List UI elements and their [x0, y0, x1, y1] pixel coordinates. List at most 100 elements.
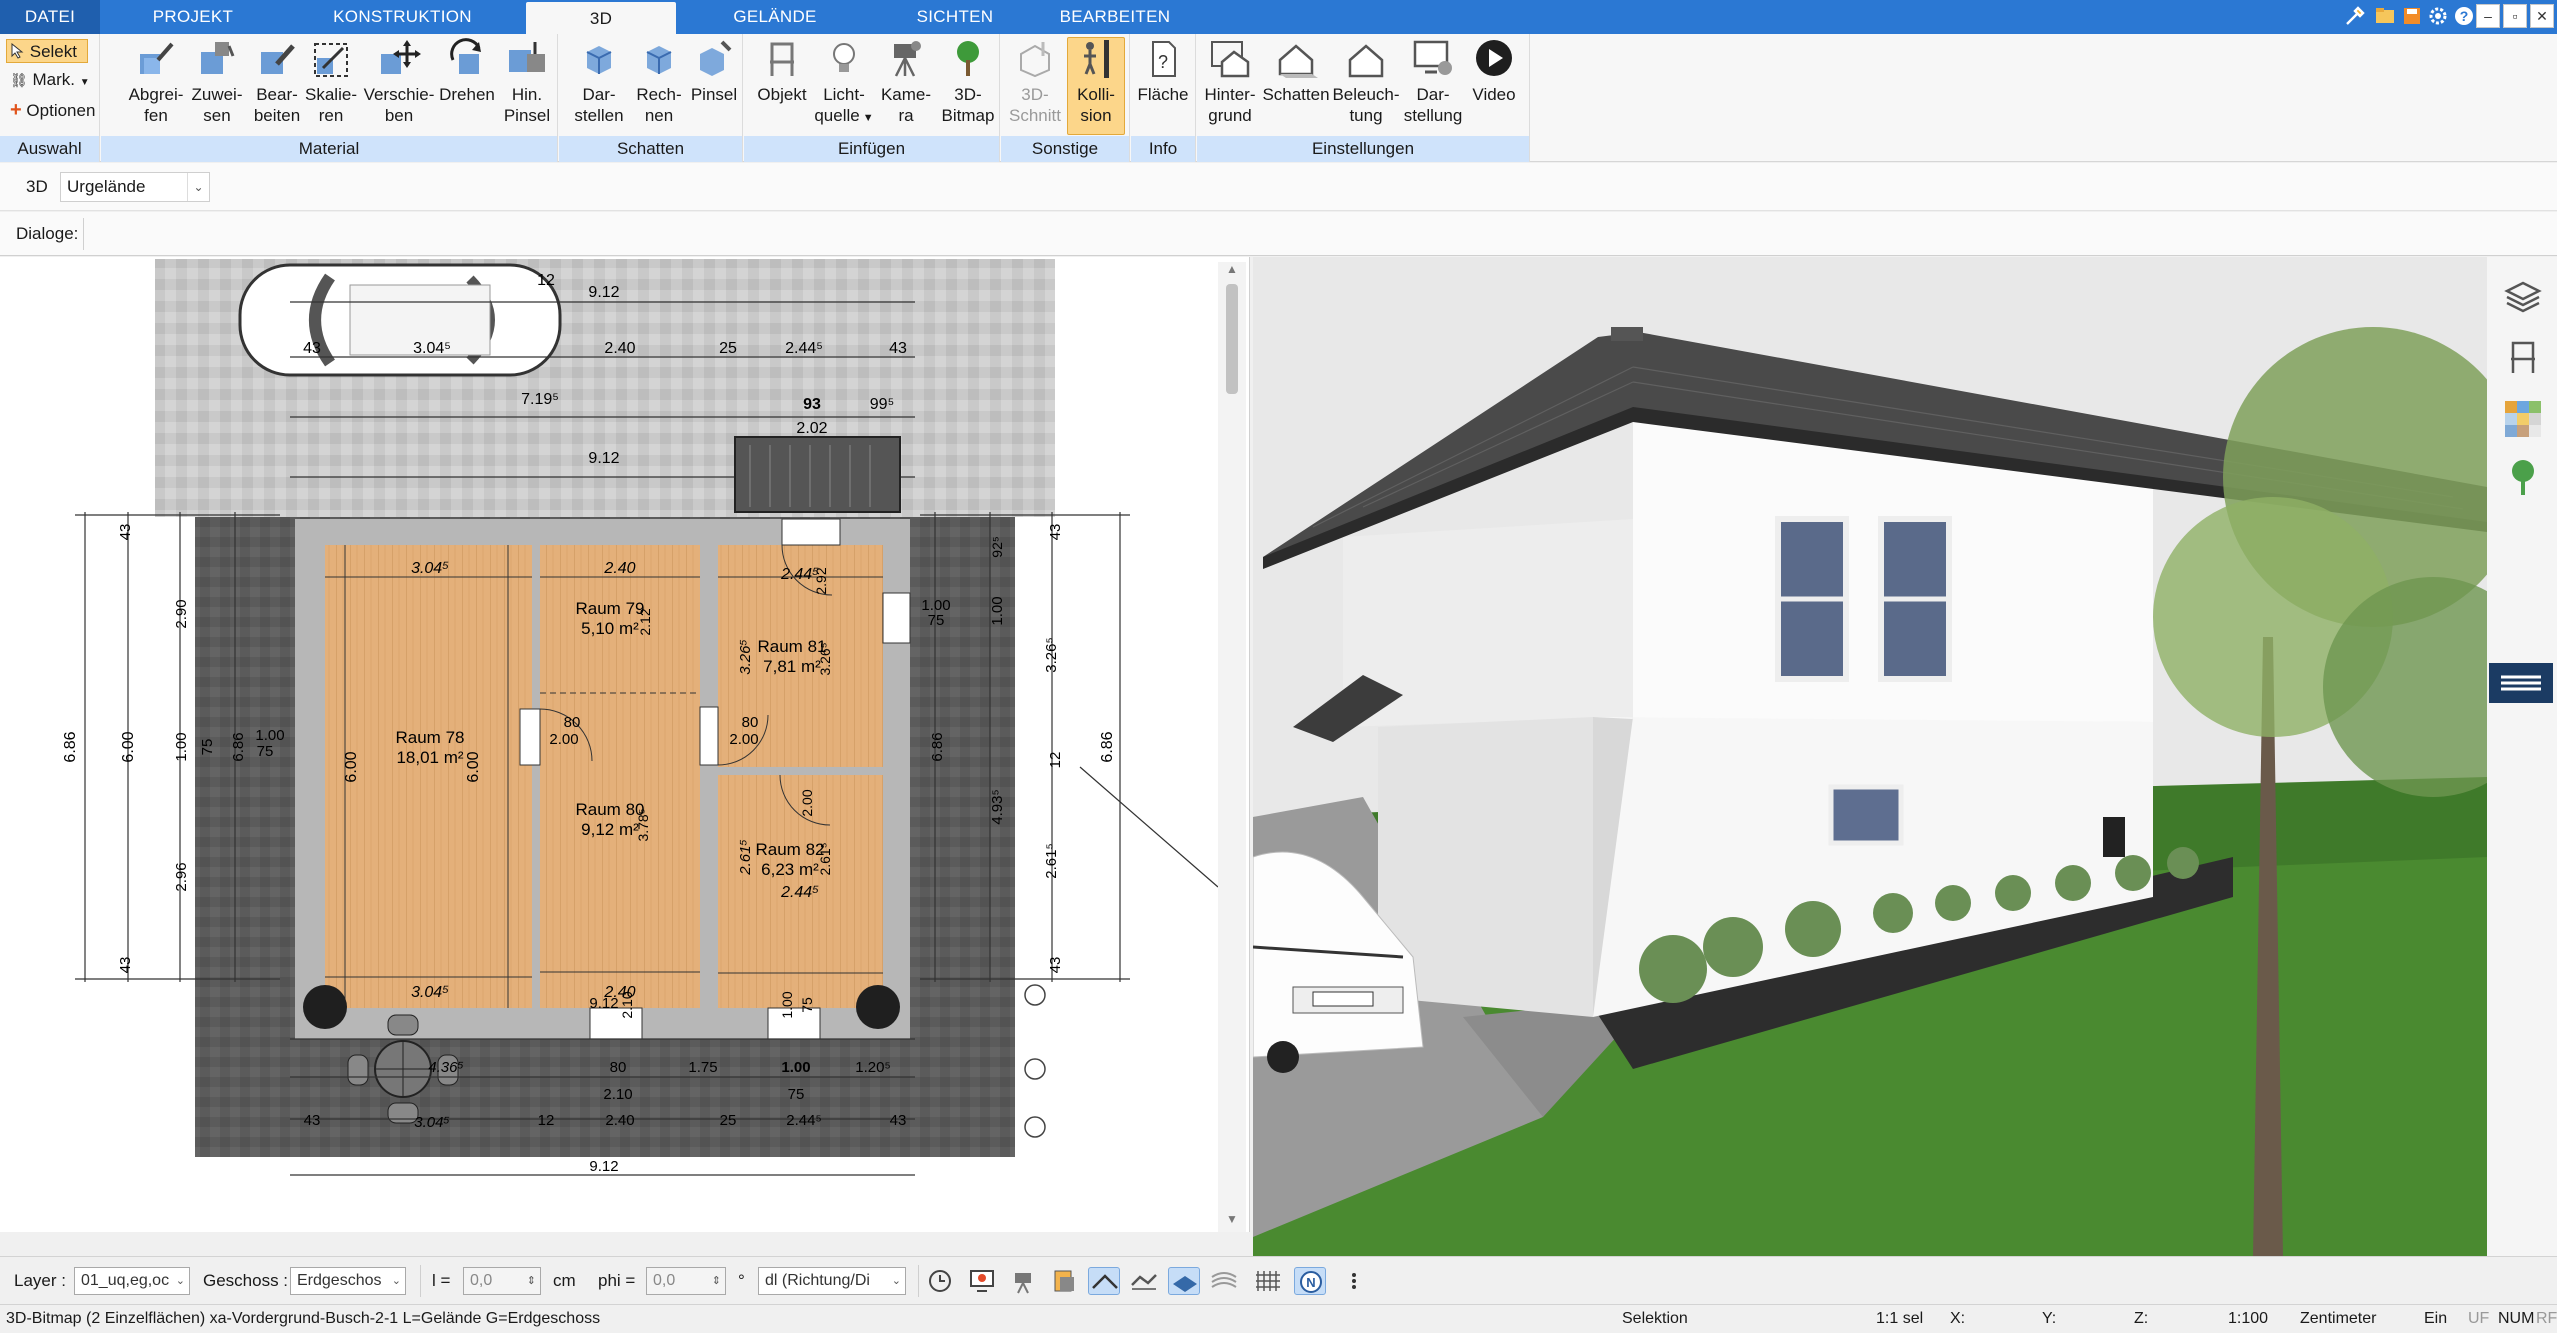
mark-button[interactable]: ⛓ Mark. ▼ — [6, 68, 94, 92]
verschieben-button[interactable]: Verschie-ben — [359, 38, 439, 126]
save-icon[interactable] — [2400, 5, 2424, 29]
monitor-icon[interactable] — [966, 1267, 998, 1295]
dim-text: 2.40 — [603, 560, 635, 577]
einst-schatten-button[interactable]: Schatten — [1259, 38, 1333, 105]
clock-icon[interactable] — [924, 1267, 956, 1295]
3d-bitmap-button[interactable]: 3D- Bitmap — [936, 38, 1000, 126]
floor-plan-view[interactable]: 9.12 3.04⁵ 43 12 2.40 25 2.44⁵ 43 7.19⁵ … — [0, 257, 1250, 1232]
selekt-button[interactable]: Selekt — [6, 39, 88, 63]
minimize-button[interactable]: – — [2476, 4, 2500, 28]
tab-gelaende[interactable]: GELÄNDE — [700, 0, 850, 34]
dim-text: 2.44⁵ — [786, 1112, 821, 1129]
close-button[interactable]: ✕ — [2530, 4, 2554, 28]
terrain-select[interactable]: Urgelände ⌄ — [60, 172, 210, 202]
terrain-icon[interactable] — [1128, 1267, 1160, 1295]
materials-palette-icon[interactable] — [2503, 399, 2543, 439]
tools-icon[interactable] — [2343, 5, 2367, 29]
dim-text: 43 — [117, 957, 134, 974]
abgreifen-button[interactable]: Abgrei-fen — [121, 38, 191, 126]
terrain-select-value: Urgelände — [67, 177, 146, 196]
brush-icon — [509, 42, 545, 72]
bearbeiten-button[interactable]: Bear-beiten — [247, 38, 307, 126]
restore-button[interactable]: ▫ — [2503, 4, 2527, 28]
tab-sichten[interactable]: SICHTEN — [880, 0, 1030, 34]
grid-icon[interactable] — [1252, 1267, 1284, 1295]
dim-text: 4.93⁵ — [989, 789, 1006, 824]
bearbeiten-label-1: Bear- — [256, 85, 298, 104]
flaeche-button[interactable]: ? Fläche — [1133, 38, 1193, 105]
camera-icon — [894, 41, 921, 77]
tab-projekt[interactable]: PROJEKT — [118, 0, 268, 34]
darstellung-button[interactable]: Dar-stellung — [1401, 38, 1465, 126]
lichtquelle-button[interactable]: Licht-quelle ▼ — [812, 38, 876, 129]
vertical-scroll-thumb[interactable] — [1226, 284, 1238, 394]
tab-konstruktion[interactable]: KONSTRUKTION — [320, 0, 485, 34]
beleuchtung-button[interactable]: Beleuch-tung — [1331, 38, 1401, 126]
3d-schnitt-button[interactable]: 3D- Schnitt — [1005, 38, 1065, 126]
car-symbol[interactable] — [238, 263, 562, 377]
group-schatten: Dar-stellen Rech-nen Pinsel Schatten — [559, 34, 743, 162]
3d-view[interactable] — [1253, 257, 2487, 1256]
schatten-darstellen-button[interactable]: Dar-stellen — [569, 38, 629, 126]
video-button[interactable]: Video — [1463, 38, 1525, 105]
scroll-up-icon[interactable]: ▲ — [1226, 262, 1238, 276]
hedge-symbols[interactable] — [1024, 984, 1046, 1138]
pipette-icon — [140, 42, 174, 74]
spinner-icon[interactable]: ⇕ — [712, 1268, 721, 1294]
clipboard-icon[interactable] — [1048, 1267, 1080, 1295]
darstellen-label-1: Dar- — [582, 85, 616, 104]
panel-menu-button[interactable] — [2489, 663, 2553, 703]
schatten-pinsel-button[interactable]: Pinsel — [684, 38, 744, 105]
drehen-button[interactable]: Drehen — [431, 38, 503, 105]
camera-view-icon[interactable] — [1008, 1267, 1040, 1295]
l-input[interactable]: 0,0 ⇕ — [463, 1267, 541, 1295]
geschoss-select[interactable]: Erdgeschos ⌄ — [290, 1267, 406, 1295]
layers-stack-icon[interactable] — [1208, 1267, 1240, 1295]
section-cut-icon — [1020, 42, 1050, 78]
direction-select[interactable]: dl (Richtung/Di ⌄ — [758, 1267, 906, 1295]
schatten-rechnen-button[interactable]: Rech-nen — [629, 38, 689, 126]
settings-icon[interactable] — [2426, 5, 2450, 29]
plan-vertical-scrollbar[interactable]: ▲ ▼ — [1218, 262, 1246, 1232]
plane-icon[interactable] — [1168, 1267, 1200, 1295]
skalieren-button[interactable]: Skalie-ren — [301, 38, 361, 126]
tab-3d[interactable]: 3D — [526, 2, 676, 34]
hin-pinsel-label-1: Hin. — [511, 85, 543, 104]
group-einfuegen: Objekt Licht-quelle ▼ Kame-ra 3D- Bitmap … — [744, 34, 1000, 162]
chimney — [1611, 327, 1643, 341]
flaeche-label: Fläche — [1137, 85, 1189, 104]
layers-icon[interactable] — [2503, 277, 2543, 317]
hin-pinsel-button[interactable]: Hin. Pinsel — [497, 38, 557, 126]
north-icon[interactable]: N — [1294, 1267, 1326, 1295]
chevron-down-icon: ▼ — [79, 77, 90, 88]
dim-text: 12 — [1047, 752, 1064, 769]
optionen-button[interactable]: + Optionen — [6, 98, 100, 122]
kamera-button[interactable]: Kame-ra — [876, 38, 936, 126]
help-icon[interactable]: ? — [2452, 5, 2476, 29]
beleuchtung-label-2: tung — [1349, 106, 1383, 125]
entrance-stairs[interactable] — [734, 436, 901, 513]
group-sonstige: 3D- Schnitt Kolli-sion Sonstige — [1001, 34, 1130, 162]
tab-datei[interactable]: DATEI — [0, 0, 100, 34]
person-wall-icon — [1084, 40, 1109, 78]
layer-select[interactable]: 01_uq,eg,oc ⌄ — [74, 1267, 190, 1295]
kollision-button[interactable]: Kolli-sion — [1067, 37, 1125, 135]
phi-input[interactable]: 0,0 ⇕ — [646, 1267, 726, 1295]
furniture-chair-icon[interactable] — [2503, 337, 2543, 377]
roof-view-icon[interactable] — [1088, 1267, 1120, 1295]
zuweisen-button[interactable]: Zuwei-sen — [187, 38, 247, 126]
dim-text: 4.36⁵ — [428, 1059, 464, 1076]
tab-bearbeiten[interactable]: BEARBEITEN — [1040, 0, 1190, 34]
folder-icon[interactable] — [2373, 5, 2397, 29]
svg-text:N: N — [1306, 1275, 1315, 1290]
scroll-down-icon[interactable]: ▼ — [1226, 1212, 1238, 1226]
group-einstellungen: Hinter-grund Schatten Beleuch-tung Dar-s… — [1197, 34, 1530, 162]
dim-text: 43 — [889, 340, 907, 357]
view-3d-label: 3D — [26, 177, 48, 196]
objekt-button[interactable]: Objekt — [750, 38, 814, 105]
spinner-icon[interactable]: ⇕ — [527, 1268, 536, 1294]
hintergrund-button[interactable]: Hinter-grund — [1199, 38, 1261, 126]
dim-text: 43 — [303, 340, 321, 357]
more-options-icon[interactable] — [1344, 1267, 1376, 1295]
plants-tree-icon[interactable] — [2503, 457, 2543, 497]
